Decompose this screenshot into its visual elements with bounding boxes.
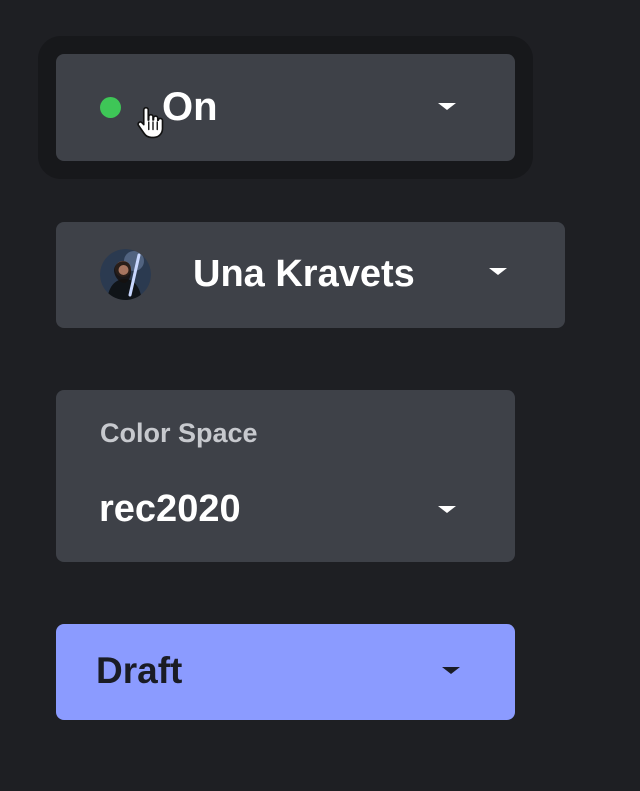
color-space-value: rec2020 xyxy=(99,488,241,530)
avatar xyxy=(100,249,151,300)
color-space-label: Color Space xyxy=(100,418,258,448)
caret-down-icon xyxy=(442,667,460,674)
caret-down-icon xyxy=(438,103,456,110)
status-indicator-dot xyxy=(100,97,121,118)
caret-down-icon xyxy=(489,268,507,275)
user-select[interactable]: Una Kravets xyxy=(56,222,565,328)
user-name: Una Kravets xyxy=(193,253,415,295)
status-select[interactable]: On xyxy=(56,54,515,161)
color-space-select[interactable]: Color Space rec2020 xyxy=(56,390,515,562)
caret-down-icon xyxy=(438,506,456,513)
status-value: On xyxy=(162,85,218,129)
draft-select[interactable]: Draft xyxy=(56,624,515,720)
hand-pointer-icon xyxy=(137,106,164,139)
draft-value: Draft xyxy=(96,650,183,691)
